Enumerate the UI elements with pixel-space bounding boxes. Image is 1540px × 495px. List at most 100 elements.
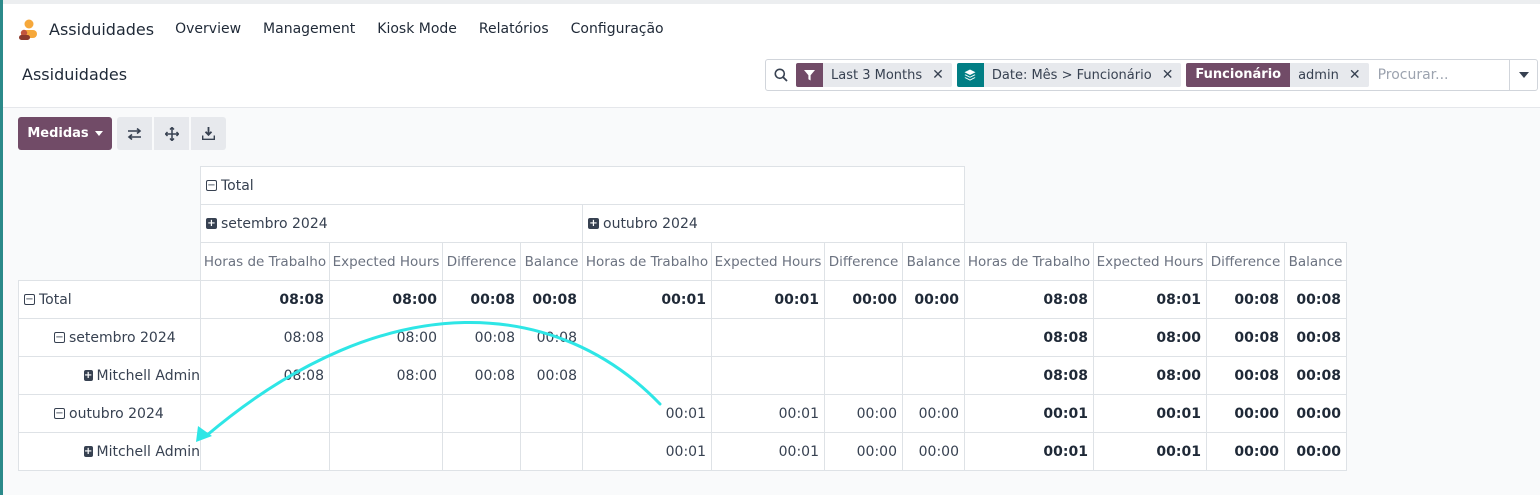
pivot-cell[interactable] bbox=[329, 394, 443, 433]
pivot-cell[interactable] bbox=[582, 356, 712, 395]
flip-axis-button[interactable] bbox=[117, 117, 152, 150]
pivot-cell[interactable]: 00:08 bbox=[1284, 280, 1347, 319]
pivot-cell[interactable]: 00:00 bbox=[824, 280, 903, 319]
pivot-cell[interactable]: 00:01 bbox=[711, 280, 825, 319]
expand-row-icon[interactable]: + bbox=[84, 370, 93, 381]
measure-header[interactable]: Balance bbox=[520, 242, 583, 281]
pivot-cell[interactable] bbox=[520, 394, 583, 433]
pivot-cell[interactable] bbox=[520, 432, 583, 471]
col-header-setembro[interactable]: + setembro 2024 bbox=[200, 204, 583, 243]
attendance-app-icon[interactable] bbox=[17, 17, 41, 41]
pivot-cell[interactable]: 00:01 bbox=[964, 432, 1094, 471]
measure-header[interactable]: Horas de Trabalho bbox=[200, 242, 330, 281]
pivot-cell[interactable]: 08:00 bbox=[329, 280, 443, 319]
pivot-cell[interactable]: 00:08 bbox=[442, 280, 521, 319]
row-header[interactable]: − Total bbox=[18, 280, 201, 319]
pivot-cell[interactable]: 00:00 bbox=[902, 280, 965, 319]
menu-overview[interactable]: Overview bbox=[175, 21, 241, 37]
measure-header[interactable]: Difference bbox=[1206, 242, 1285, 281]
collapse-icon[interactable]: − bbox=[24, 294, 35, 305]
search-options-toggle[interactable] bbox=[1509, 60, 1537, 90]
pivot-cell[interactable]: 00:08 bbox=[1206, 318, 1285, 357]
pivot-cell[interactable]: 08:08 bbox=[200, 356, 330, 395]
pivot-cell[interactable]: 08:08 bbox=[200, 280, 330, 319]
collapse-icon[interactable]: − bbox=[54, 408, 65, 419]
pivot-cell[interactable] bbox=[902, 318, 965, 357]
pivot-cell[interactable]: 00:00 bbox=[824, 432, 903, 471]
expand-row-icon[interactable]: + bbox=[206, 218, 217, 229]
pivot-cell[interactable]: 00:08 bbox=[442, 356, 521, 395]
pivot-cell[interactable]: 08:01 bbox=[1093, 280, 1207, 319]
row-header[interactable]: − setembro 2024 bbox=[18, 318, 201, 357]
app-title[interactable]: Assiduidades bbox=[49, 20, 154, 39]
pivot-cell[interactable]: 00:01 bbox=[711, 432, 825, 471]
col-header-total[interactable]: − Total bbox=[200, 166, 965, 205]
pivot-cell[interactable]: 00:00 bbox=[1206, 394, 1285, 433]
pivot-cell[interactable]: 00:00 bbox=[902, 394, 965, 433]
collapse-icon[interactable]: − bbox=[54, 332, 65, 343]
pivot-cell[interactable]: 00:01 bbox=[711, 394, 825, 433]
pivot-cell[interactable]: 08:08 bbox=[964, 356, 1094, 395]
pivot-cell[interactable]: 08:00 bbox=[1093, 356, 1207, 395]
expand-row-icon[interactable]: + bbox=[588, 218, 599, 229]
expand-row-icon[interactable]: + bbox=[84, 446, 93, 457]
pivot-cell[interactable]: 00:01 bbox=[582, 394, 712, 433]
pivot-cell[interactable]: 08:08 bbox=[964, 280, 1094, 319]
pivot-cell[interactable] bbox=[200, 394, 330, 433]
pivot-cell[interactable] bbox=[824, 356, 903, 395]
menu-management[interactable]: Management bbox=[263, 21, 355, 37]
collapse-icon[interactable]: − bbox=[206, 180, 217, 191]
measure-header[interactable]: Balance bbox=[902, 242, 965, 281]
menu-relatorios[interactable]: Relatórios bbox=[479, 21, 549, 37]
row-header[interactable]: + Mitchell Admin bbox=[18, 356, 201, 395]
pivot-cell[interactable]: 00:00 bbox=[902, 432, 965, 471]
pivot-cell[interactable]: 00:08 bbox=[1284, 318, 1347, 357]
pivot-cell[interactable] bbox=[824, 318, 903, 357]
pivot-cell[interactable]: 00:00 bbox=[1284, 394, 1347, 433]
pivot-cell[interactable]: 00:08 bbox=[1206, 280, 1285, 319]
pivot-cell[interactable]: 00:08 bbox=[520, 356, 583, 395]
pivot-cell[interactable]: 08:00 bbox=[1093, 318, 1207, 357]
close-icon[interactable]: ✕ bbox=[1349, 67, 1361, 83]
menu-configuracao[interactable]: Configuração bbox=[571, 21, 664, 37]
pivot-cell[interactable]: 08:00 bbox=[329, 318, 443, 357]
pivot-cell[interactable] bbox=[442, 432, 521, 471]
pivot-cell[interactable]: 00:08 bbox=[1284, 356, 1347, 395]
pivot-cell[interactable]: 00:08 bbox=[520, 280, 583, 319]
pivot-cell[interactable] bbox=[711, 356, 825, 395]
measure-header[interactable]: Expected Hours bbox=[329, 242, 443, 281]
measures-button[interactable]: Medidas bbox=[18, 117, 112, 150]
pivot-cell[interactable]: 00:08 bbox=[442, 318, 521, 357]
pivot-cell[interactable] bbox=[711, 318, 825, 357]
pivot-cell[interactable]: 00:00 bbox=[1284, 432, 1347, 471]
measure-header[interactable]: Difference bbox=[442, 242, 521, 281]
pivot-cell[interactable]: 08:08 bbox=[964, 318, 1094, 357]
pivot-cell[interactable]: 00:01 bbox=[582, 280, 712, 319]
pivot-cell[interactable]: 00:08 bbox=[1206, 356, 1285, 395]
pivot-cell[interactable]: 00:01 bbox=[964, 394, 1094, 433]
download-button[interactable] bbox=[191, 117, 226, 150]
menu-kiosk-mode[interactable]: Kiosk Mode bbox=[377, 21, 457, 37]
pivot-cell[interactable]: 00:01 bbox=[582, 432, 712, 471]
search-input[interactable] bbox=[1375, 66, 1531, 84]
col-header-outubro[interactable]: + outubro 2024 bbox=[582, 204, 965, 243]
pivot-cell[interactable]: 00:00 bbox=[1206, 432, 1285, 471]
pivot-cell[interactable]: 00:00 bbox=[824, 394, 903, 433]
measure-header[interactable]: Expected Hours bbox=[1093, 242, 1207, 281]
expand-all-button[interactable] bbox=[154, 117, 189, 150]
measure-header[interactable]: Balance bbox=[1284, 242, 1347, 281]
pivot-cell[interactable]: 08:08 bbox=[200, 318, 330, 357]
row-header[interactable]: − outubro 2024 bbox=[18, 394, 201, 433]
measure-header[interactable]: Horas de Trabalho bbox=[964, 242, 1094, 281]
row-header[interactable]: + Mitchell Admin bbox=[18, 432, 201, 471]
pivot-cell[interactable]: 00:01 bbox=[1093, 432, 1207, 471]
search-bar[interactable]: Last 3 Months ✕ Date: Mês > Funcionário … bbox=[765, 59, 1538, 91]
pivot-cell[interactable] bbox=[200, 432, 330, 471]
close-icon[interactable]: ✕ bbox=[1162, 67, 1174, 83]
pivot-cell[interactable]: 08:00 bbox=[329, 356, 443, 395]
pivot-cell[interactable] bbox=[442, 394, 521, 433]
search-icon[interactable] bbox=[766, 60, 796, 90]
close-icon[interactable]: ✕ bbox=[932, 67, 944, 83]
measure-header[interactable]: Difference bbox=[824, 242, 903, 281]
pivot-cell[interactable] bbox=[902, 356, 965, 395]
